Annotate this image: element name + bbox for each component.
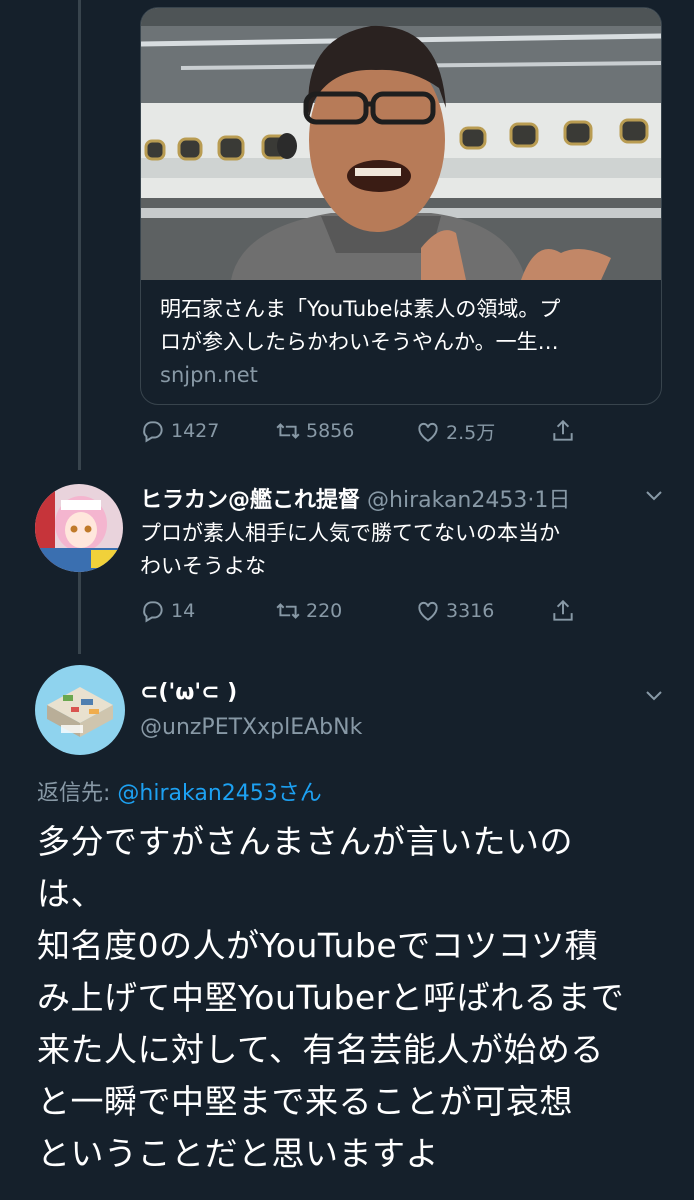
share-icon (553, 599, 573, 621)
display-name[interactable]: ヒラカン@艦これ提督 (140, 488, 360, 513)
avatar[interactable] (35, 484, 123, 572)
tweet-action-bar: 1427 5856 2.5万 (140, 418, 590, 450)
link-card-domain: snjpn.net (160, 363, 258, 387)
text-line: は、 (37, 874, 104, 913)
thread-line (78, 572, 81, 654)
like-button[interactable]: 3316 (415, 598, 494, 624)
retweet-count: 5856 (306, 420, 355, 442)
user-handle[interactable]: @unzPETXxplEAbNk (140, 715, 362, 740)
like-button[interactable]: 2.5万 (415, 418, 495, 445)
retweet-button[interactable]: 5856 (275, 418, 354, 444)
text-line: 知名度0の人がYouTubeでコツコツ積 (37, 926, 599, 965)
thread-line (78, 0, 81, 470)
reply-to: 返信先: @hirakan2453さん (37, 775, 322, 807)
reply-count: 1427 (171, 420, 220, 442)
display-name[interactable]: ⊂('ω'⊂ ) (140, 680, 237, 705)
retweet-icon (276, 603, 300, 619)
reply-count: 14 (171, 600, 196, 622)
reply-tweet-header: ヒラカン@艦これ提督 @hirakan2453·1日 (140, 482, 570, 514)
tweet-timestamp[interactable]: ·1日 (527, 488, 570, 513)
text-line: 多分ですがさんまさんが言いたいの (37, 822, 573, 861)
link-card[interactable]: 明石家さんま「YouTubeは素人の領域。プ ロが参入したらかわいそうやんか。一… (140, 7, 662, 405)
chevron-down-icon[interactable] (644, 688, 664, 707)
like-icon (418, 601, 438, 621)
link-card-image (141, 8, 661, 280)
like-icon (418, 422, 438, 442)
retweet-icon (276, 423, 300, 439)
reply-icon (143, 601, 163, 623)
reply-tweet-text: プロが素人相手に人気で勝ててないの本当か わいそうよな (140, 521, 560, 578)
chevron-down-icon[interactable] (644, 488, 664, 507)
reply-to-mention[interactable]: @hirakan2453さん (117, 781, 321, 806)
share-icon (553, 419, 573, 441)
user-handle[interactable]: @hirakan2453 (367, 488, 527, 513)
like-count: 2.5万 (446, 422, 496, 444)
text-line: 来た人に対して、有名芸能人が始める (37, 1030, 604, 1069)
reply-button[interactable]: 14 (140, 598, 195, 624)
share-button[interactable] (550, 418, 576, 444)
retweet-button[interactable]: 220 (275, 598, 342, 624)
reply-icon (143, 421, 163, 443)
avatar[interactable] (35, 665, 125, 755)
link-card-title: 明石家さんま「YouTubeは素人の領域。プ ロが参入したらかわいそうやんか。一… (160, 297, 561, 354)
tweet-action-bar: 14 220 3316 (140, 598, 590, 630)
reply-button[interactable]: 1427 (140, 418, 219, 444)
like-count: 3316 (446, 600, 495, 622)
retweet-count: 220 (306, 600, 343, 622)
text-line: み上げて中堅YouTuberと呼ばれるまで (37, 978, 625, 1017)
text-line: ということだと思いますよ (37, 1134, 439, 1173)
share-button[interactable] (550, 598, 576, 624)
text-line: と一瞬で中堅まで来ることが可哀想 (37, 1082, 573, 1121)
main-tweet-text: 多分ですがさんまさんが言いたいの は、 知名度0の人がYouTubeでコツコツ積… (37, 816, 677, 1180)
reply-to-label: 返信先: (37, 781, 111, 806)
